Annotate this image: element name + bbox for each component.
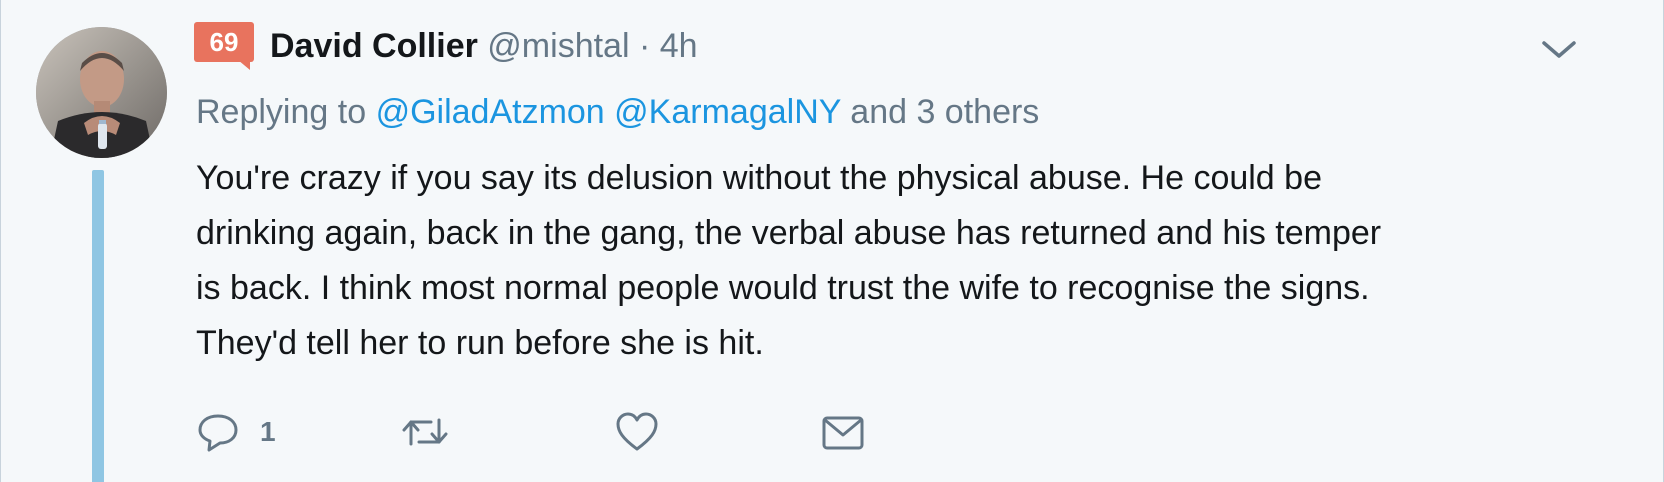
score-badge-count: 69 bbox=[194, 22, 254, 62]
replying-to-others[interactable]: and 3 others bbox=[850, 93, 1039, 131]
replying-to-prefix: Replying to bbox=[196, 93, 367, 131]
header-separator: · bbox=[638, 27, 651, 65]
mention-link-karmagalny[interactable]: @KarmagalNY bbox=[614, 93, 841, 131]
author-handle[interactable]: @mishtal bbox=[487, 27, 629, 65]
tweet-text-line: You're crazy if you say its delusion wit… bbox=[196, 159, 1322, 197]
tweet-text-line: is back. I think most normal people woul… bbox=[196, 269, 1370, 307]
retweet-button[interactable] bbox=[401, 408, 449, 456]
tweet-actions: 1 bbox=[196, 408, 996, 456]
score-badge-tail bbox=[238, 60, 250, 70]
author-name[interactable]: David Collier bbox=[270, 27, 478, 65]
mention-link-giladatzmon[interactable]: @GiladAtzmon bbox=[376, 93, 605, 131]
tweet-header: David Collier @mishtal · 4h bbox=[270, 24, 698, 68]
like-button[interactable] bbox=[614, 408, 660, 456]
tweet-timestamp[interactable]: 4h bbox=[660, 27, 698, 65]
more-options-button[interactable] bbox=[1539, 36, 1579, 62]
reply-button[interactable]: 1 bbox=[196, 408, 276, 456]
chevron-down-icon bbox=[1542, 41, 1576, 58]
direct-message-icon bbox=[822, 416, 864, 450]
avatar[interactable] bbox=[36, 27, 167, 158]
like-icon bbox=[616, 412, 658, 451]
reply-count: 1 bbox=[260, 416, 276, 447]
thread-line bbox=[92, 170, 104, 482]
avatar-photo bbox=[36, 27, 167, 158]
tweet-text-line: drinking again, back in the gang, the ve… bbox=[196, 214, 1382, 252]
tweet-text-line: They'd tell her to run before she is hit… bbox=[196, 324, 764, 362]
score-badge: 69 bbox=[194, 22, 254, 70]
tweet-card[interactable]: 69 David Collier @mishtal · 4h Replying … bbox=[0, 0, 1664, 482]
direct-message-button[interactable] bbox=[820, 408, 866, 456]
reply-icon bbox=[198, 414, 238, 452]
tweet-text: You're crazy if you say its delusion wit… bbox=[196, 151, 1576, 371]
retweet-icon bbox=[402, 418, 448, 446]
replying-to: Replying to @GiladAtzmon @KarmagalNY and… bbox=[196, 90, 1039, 134]
